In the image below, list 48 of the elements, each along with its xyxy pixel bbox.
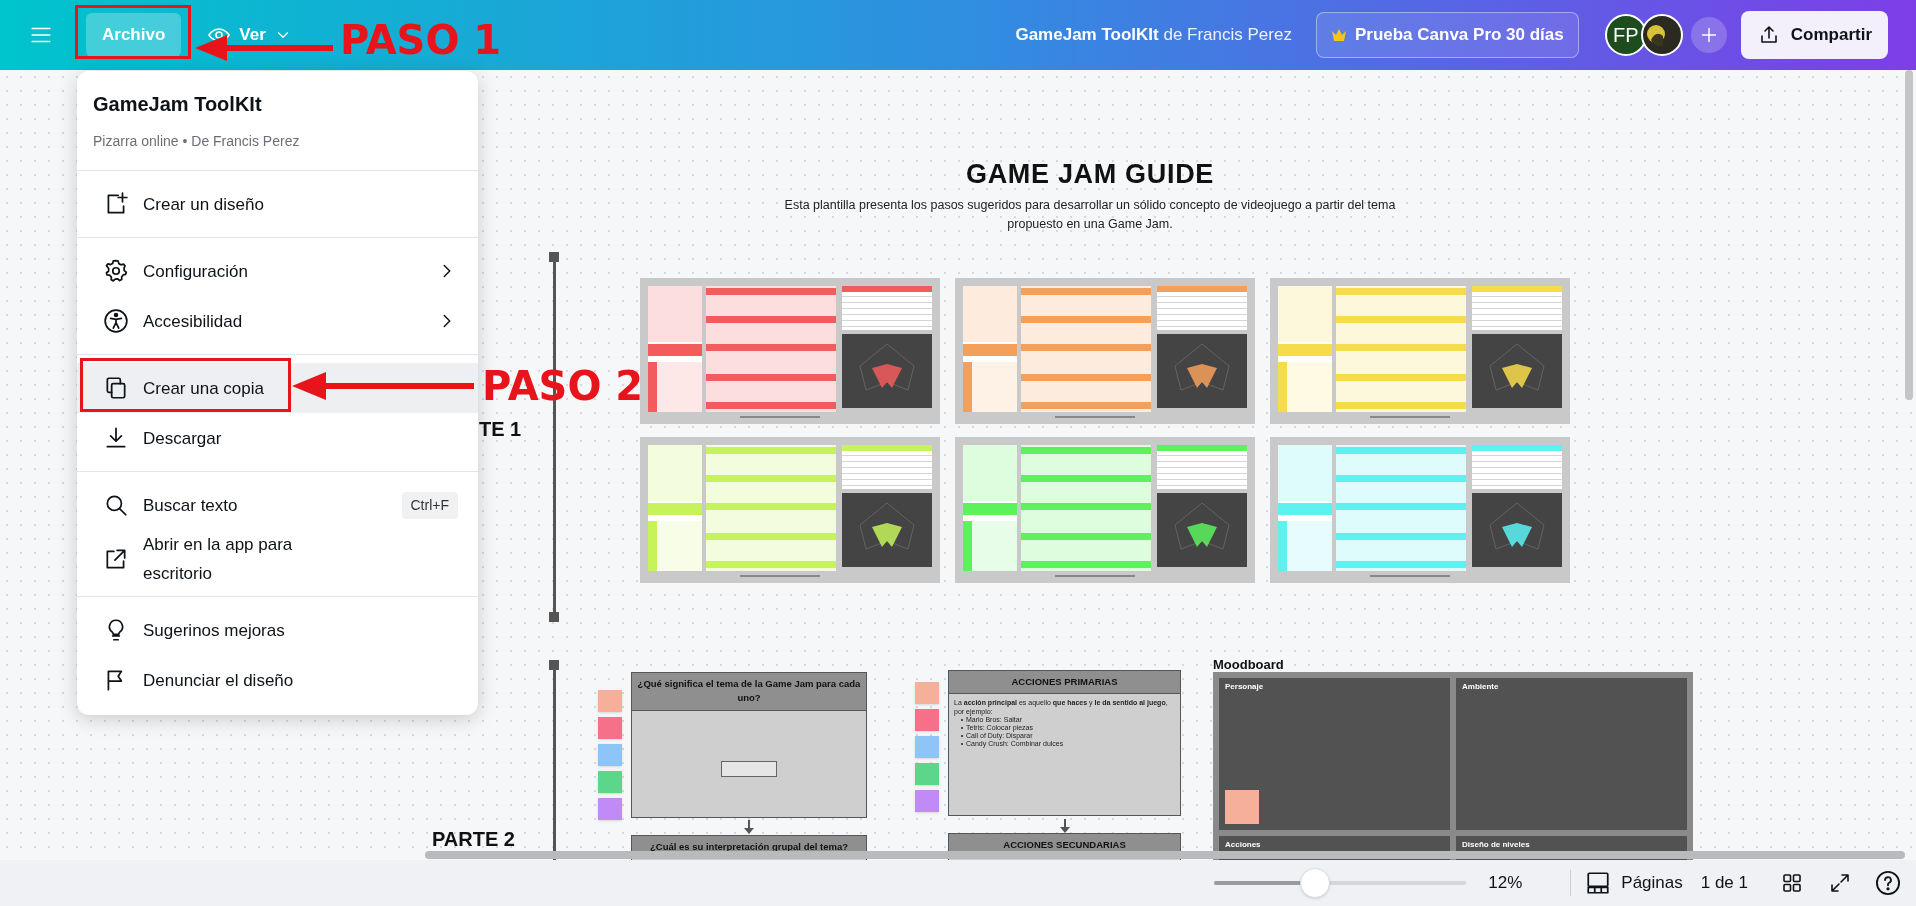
page-count: 1 de 1 [1700, 872, 1748, 895]
add-collaborator-button[interactable] [1690, 17, 1727, 53]
cell-label: Ambiente [1462, 681, 1500, 693]
menu-item[interactable]: Crear un diseño [77, 179, 478, 229]
answer-box [721, 760, 777, 777]
team-avatar[interactable] [1640, 14, 1683, 56]
menu-title: GameJam ToolKIt [93, 92, 263, 117]
zoom-slider[interactable] [1214, 868, 1467, 898]
document-title[interactable]: GameJam ToolKIt de Francis Perez [1015, 22, 1292, 48]
fullscreen-icon[interactable] [1828, 871, 1852, 895]
shortcut-badge: Ctrl+F [401, 491, 458, 519]
menu-item[interactable]: Descargar [77, 413, 478, 463]
guide-description: Esta plantilla presenta los pasos sugeridos para desarrollar un sólido concepto de videojuego a partir del tema propuesto en una Game Jam. [783, 197, 1397, 233]
menu-item[interactable]: Abrir en la app para escritorio [77, 530, 478, 588]
section-label: PARTE 2 [432, 827, 515, 852]
cell-label: Personaje [1225, 681, 1265, 693]
zoom-percent[interactable]: 12% [1488, 870, 1547, 896]
search-icon [103, 492, 129, 518]
help-icon[interactable] [1874, 869, 1902, 897]
section-label: TE 1 [479, 417, 522, 442]
external-link-icon [103, 546, 129, 572]
vertical-scrollbar[interactable] [1905, 70, 1913, 400]
menu-item[interactable]: Denunciar el diseño [77, 655, 478, 705]
menu-item[interactable]: Configuración [77, 246, 478, 296]
pro-trial-button[interactable]: Prueba Canva Pro 30 días [1315, 12, 1579, 58]
moodboard-title: Moodboard [1213, 656, 1284, 674]
share-button[interactable]: Compartir [1740, 11, 1888, 59]
grid-view-icon[interactable] [1780, 871, 1804, 895]
cell-label: Acciones [1225, 839, 1262, 851]
card-header: ACCIONES PRIMARIAS [949, 671, 1180, 695]
settings-icon [103, 258, 129, 284]
menu-item[interactable]: Sugerinos mejoras [77, 605, 478, 655]
slider-thumb[interactable] [1300, 868, 1331, 898]
menu-subtitle: Pizarra online • De Francis Perez [93, 132, 301, 151]
menu-item[interactable]: Buscar texto Ctrl+F [77, 480, 478, 530]
menu-item[interactable]: Accesibilidad [77, 296, 478, 346]
annotation-label: PASO 1 [340, 18, 502, 62]
card-header: ¿Qué significa el tema de la Game Jam para cada uno? [632, 673, 866, 711]
pages-button[interactable]: Páginas [1585, 870, 1683, 896]
arrow-down-icon [744, 820, 754, 834]
cell-label: Diseño de niveles [1462, 839, 1531, 851]
pages-icon [1585, 870, 1612, 896]
horizontal-scrollbar[interactable] [425, 851, 1905, 859]
accessibility-icon [103, 308, 129, 334]
copy-icon [103, 375, 129, 401]
crown-icon [1330, 28, 1347, 42]
guide-title: GAME JAM GUIDE [965, 158, 1215, 191]
sticky-note [1225, 790, 1259, 824]
